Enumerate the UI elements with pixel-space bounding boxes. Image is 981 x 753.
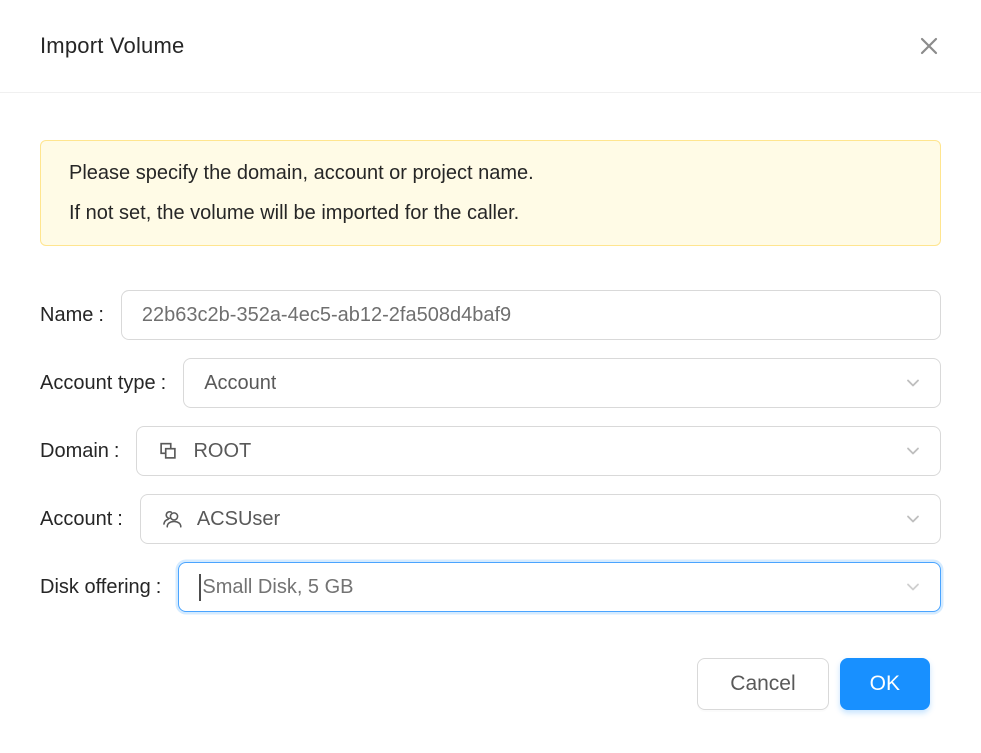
disk-offering-value: Small Disk, 5 GB: [202, 576, 353, 599]
account-value: ACSUser: [197, 508, 280, 531]
alert-line-1: Please specify the domain, account or pr…: [69, 153, 912, 193]
alert-line-2: If not set, the volume will be imported …: [69, 193, 912, 233]
domain-value: ROOT: [193, 440, 251, 463]
dialog-footer: Cancel OK: [0, 658, 981, 710]
domain-label: Domain:: [40, 440, 119, 463]
form-row-account: Account: ACSUser: [40, 494, 941, 544]
form-row-name: Name:: [40, 290, 941, 340]
import-volume-dialog: Import Volume Please specify the domain,…: [0, 0, 981, 753]
team-icon: [161, 508, 183, 530]
close-button[interactable]: [907, 24, 951, 68]
chevron-down-icon: [903, 441, 923, 461]
disk-offering-label: Disk offering:: [40, 576, 161, 599]
chevron-down-icon: [903, 509, 923, 529]
dialog-title: Import Volume: [40, 33, 184, 59]
form-row-disk-offering: Disk offering: Small Disk, 5 GB: [40, 562, 941, 612]
account-type-select[interactable]: Account: [183, 358, 941, 408]
account-select[interactable]: ACSUser: [140, 494, 941, 544]
text-cursor: [199, 574, 201, 601]
chevron-down-icon: [903, 577, 923, 597]
domain-select[interactable]: ROOT: [136, 426, 941, 476]
account-type-value: Account: [204, 372, 276, 395]
close-icon: [917, 34, 941, 58]
ok-button[interactable]: OK: [840, 658, 930, 710]
account-label: Account:: [40, 508, 123, 531]
name-label: Name:: [40, 304, 104, 327]
info-alert: Please specify the domain, account or pr…: [40, 140, 941, 246]
dialog-body: Please specify the domain, account or pr…: [0, 140, 981, 612]
block-icon: [157, 440, 179, 462]
import-volume-form: Name: Account type: Account: [40, 290, 941, 612]
chevron-down-icon: [903, 373, 923, 393]
account-type-label: Account type:: [40, 372, 166, 395]
dialog-header: Import Volume: [0, 0, 981, 93]
form-row-account-type: Account type: Account: [40, 358, 941, 408]
name-input[interactable]: [121, 290, 941, 340]
form-row-domain: Domain: ROOT: [40, 426, 941, 476]
cancel-button[interactable]: Cancel: [697, 658, 828, 710]
disk-offering-select[interactable]: Small Disk, 5 GB: [178, 562, 941, 612]
